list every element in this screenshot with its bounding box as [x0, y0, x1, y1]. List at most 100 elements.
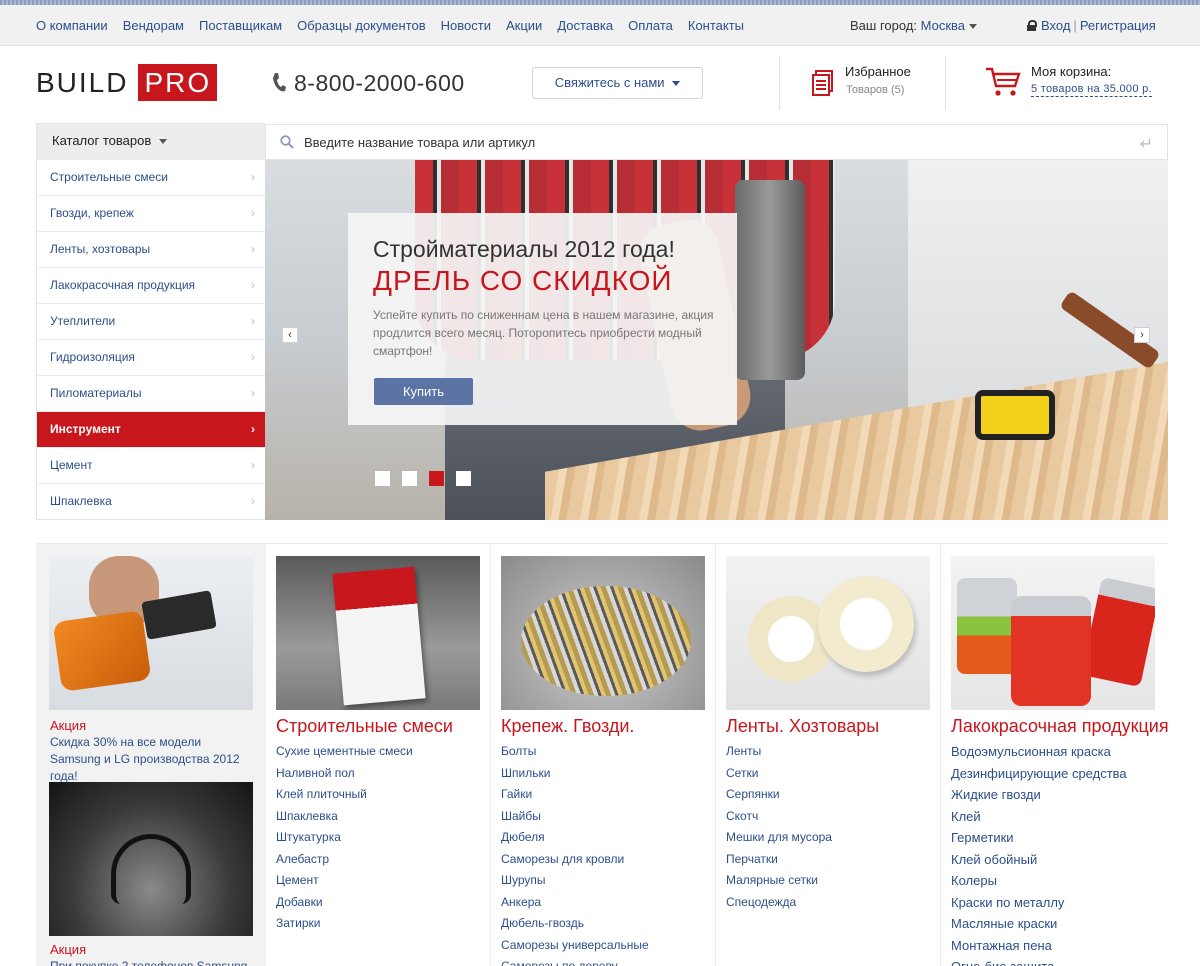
search-input[interactable] — [304, 125, 1124, 159]
category-link[interactable]: Перчатки — [726, 849, 832, 871]
catalog-item-label: Цемент — [50, 458, 93, 472]
logo[interactable]: BUILD PRO — [36, 64, 218, 101]
chevron-right-icon: › — [251, 314, 255, 328]
catalog-item-tools[interactable]: Инструмент › — [37, 411, 265, 447]
category-link[interactable]: Спецодежда — [726, 892, 832, 914]
buy-button[interactable]: Купить — [374, 378, 473, 405]
category-link[interactable]: Масляные краски — [951, 913, 1127, 935]
category-link[interactable]: Болты — [501, 741, 649, 763]
catalog-item-label: Лакокрасочная продукция — [50, 278, 196, 292]
slider-next-arrow-icon[interactable]: › — [1134, 327, 1150, 343]
catalog-item-lumber[interactable]: Пиломатериалы › — [37, 375, 265, 411]
category-link[interactable]: Шпильки — [501, 763, 649, 785]
category-link[interactable]: Дюбеля — [501, 827, 649, 849]
slider-dot[interactable] — [402, 471, 417, 486]
category-link[interactable]: Анкера — [501, 892, 649, 914]
promo-photo-part — [111, 834, 191, 904]
category-link[interactable]: Скотч — [726, 806, 832, 828]
slide-promo-box: Стройматериалы 2012 года! ДРЕЛЬ СО СКИДК… — [348, 213, 737, 425]
catalog-item-waterproofing[interactable]: Гидроизоляция › — [37, 339, 265, 375]
category-link[interactable]: Огне-био защита — [951, 956, 1127, 966]
catalog-item-tapes[interactable]: Ленты, хозтовары › — [37, 231, 265, 267]
catalog-item-mixes[interactable]: Строительные смеси › — [37, 159, 265, 195]
category-link[interactable]: Клей — [951, 806, 1127, 828]
city-value[interactable]: Москва — [921, 18, 965, 33]
category-link[interactable]: Серпянки — [726, 784, 832, 806]
category-image-tape[interactable] — [726, 556, 930, 710]
category-image-cement[interactable] — [276, 556, 480, 710]
favorites-title[interactable]: Избранное — [845, 64, 911, 79]
category-link[interactable]: Краски по металлу — [951, 892, 1127, 914]
city-selector[interactable]: Ваш город: Москва — [850, 18, 978, 33]
catalog-item-putty[interactable]: Шпаклевка › — [37, 483, 265, 519]
search-icon[interactable] — [280, 135, 294, 149]
category-image-bolts[interactable] — [501, 556, 705, 710]
topnav-link-suppliers[interactable]: Поставщикам — [199, 18, 282, 33]
category-link[interactable]: Цемент — [276, 870, 413, 892]
category-link[interactable]: Сухие цементные смеси — [276, 741, 413, 763]
category-link[interactable]: Дюбель-гвоздь — [501, 913, 649, 935]
topnav-link-delivery[interactable]: Доставка — [557, 18, 613, 33]
promo-link[interactable]: Скидка 30% на все модели Samsung и LG пр… — [50, 734, 250, 785]
slider-dot-active[interactable] — [429, 471, 444, 486]
category-link[interactable]: Саморезы по дереву — [501, 956, 649, 966]
category-title[interactable]: Строительные смеси — [276, 716, 453, 737]
category-link[interactable]: Затирки — [276, 913, 413, 935]
favorites-count[interactable]: Товаров (5) — [846, 84, 904, 96]
topnav-link-contacts[interactable]: Контакты — [688, 18, 744, 33]
register-link[interactable]: Регистрация — [1080, 18, 1156, 33]
topnav-link-documents[interactable]: Образцы документов — [297, 18, 426, 33]
cart-title[interactable]: Моя корзина: — [1031, 64, 1111, 79]
slider-prev-arrow-icon[interactable]: ‹ — [282, 327, 298, 343]
promo-link[interactable]: При покупке 2 телефонов Samsung — [50, 958, 250, 966]
topnav-link-promotions[interactable]: Акции — [506, 18, 542, 33]
cart-summary[interactable]: 5 товаров на 35.000 р. — [1031, 83, 1152, 97]
promo-image-drill[interactable] — [49, 556, 253, 710]
category-link[interactable]: Дезинфицирующие средства — [951, 763, 1127, 785]
category-image-paint[interactable] — [951, 556, 1155, 710]
category-link[interactable]: Клей обойный — [951, 849, 1127, 871]
category-title[interactable]: Лакокрасочная продукция — [951, 716, 1169, 737]
promo-image-phone[interactable] — [49, 782, 253, 936]
category-link[interactable]: Малярные сетки — [726, 870, 832, 892]
topnav-link-payment[interactable]: Оплата — [628, 18, 673, 33]
topnav-link-news[interactable]: Новости — [441, 18, 491, 33]
topnav-link-vendors[interactable]: Вендорам — [123, 18, 184, 33]
catalog-item-paints[interactable]: Лакокрасочная продукция › — [37, 267, 265, 303]
cart-icon[interactable] — [985, 66, 1021, 98]
category-link[interactable]: Шайбы — [501, 806, 649, 828]
category-photo-part — [332, 566, 426, 706]
category-link[interactable]: Водоэмульсионная краска — [951, 741, 1127, 763]
catalog-item-insulation[interactable]: Утеплители › — [37, 303, 265, 339]
category-title[interactable]: Ленты. Хозтовары — [726, 716, 879, 737]
catalog-item-fasteners[interactable]: Гвозди, крепеж › — [37, 195, 265, 231]
category-link[interactable]: Добавки — [276, 892, 413, 914]
login-link[interactable]: Вход — [1041, 18, 1070, 33]
category-link[interactable]: Сетки — [726, 763, 832, 785]
category-link[interactable]: Саморезы для кровли — [501, 849, 649, 871]
enter-icon[interactable]: ↵ — [1140, 134, 1153, 154]
category-link[interactable]: Жидкие гвозди — [951, 784, 1127, 806]
category-link[interactable]: Алебастр — [276, 849, 413, 871]
slider-dot[interactable] — [456, 471, 471, 486]
catalog-item-cement[interactable]: Цемент › — [37, 447, 265, 483]
category-title[interactable]: Крепеж. Гвозди. — [501, 716, 634, 737]
favorites-icon[interactable] — [812, 70, 834, 96]
category-link[interactable]: Шурупы — [501, 870, 649, 892]
category-link[interactable]: Герметики — [951, 827, 1127, 849]
topnav-link-about[interactable]: О компании — [36, 18, 108, 33]
caret-down-icon — [969, 24, 978, 30]
category-link[interactable]: Монтажная пена — [951, 935, 1127, 957]
category-link[interactable]: Саморезы универсальные — [501, 935, 649, 957]
category-link[interactable]: Ленты — [726, 741, 832, 763]
category-link[interactable]: Колеры — [951, 870, 1127, 892]
category-link[interactable]: Мешки для мусора — [726, 827, 832, 849]
category-link[interactable]: Гайки — [501, 784, 649, 806]
category-link[interactable]: Клей плиточный — [276, 784, 413, 806]
catalog-header[interactable]: Каталог товаров — [37, 124, 265, 159]
slider-dot[interactable] — [375, 471, 390, 486]
category-link[interactable]: Шпаклевка — [276, 806, 413, 828]
contact-us-button[interactable]: Свяжитесь с нами — [532, 67, 703, 99]
category-link[interactable]: Наливной пол — [276, 763, 413, 785]
category-link[interactable]: Штукатурка — [276, 827, 413, 849]
